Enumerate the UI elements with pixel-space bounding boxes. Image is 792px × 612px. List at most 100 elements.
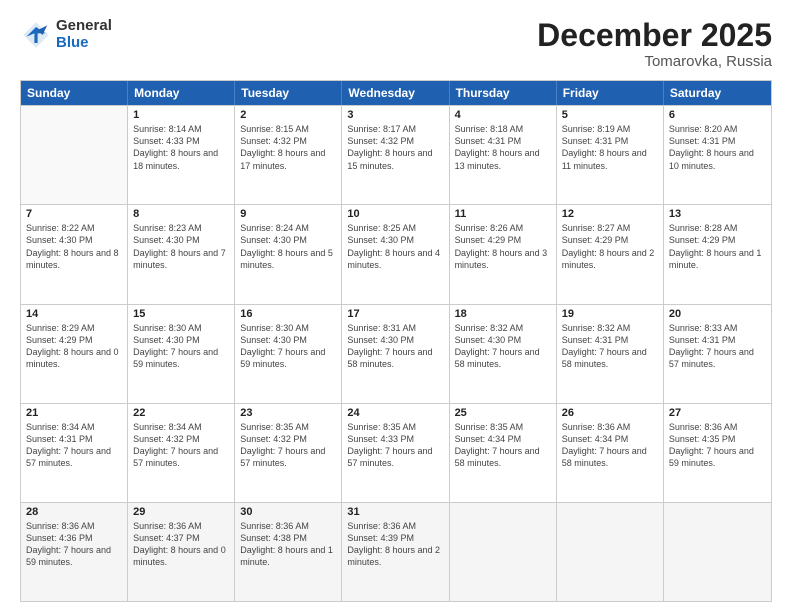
calendar-header-row: Sunday Monday Tuesday Wednesday Thursday… xyxy=(21,81,771,105)
logo-blue-text: Blue xyxy=(56,35,112,52)
day-number: 22 xyxy=(133,407,229,419)
day-info: Sunrise: 8:24 AM Sunset: 4:30 PM Dayligh… xyxy=(240,222,336,271)
calendar-cell-w1-d1 xyxy=(21,106,128,204)
day-info: Sunrise: 8:36 AM Sunset: 4:38 PM Dayligh… xyxy=(240,520,336,569)
day-number: 17 xyxy=(347,308,443,320)
calendar-week-4: 21 Sunrise: 8:34 AM Sunset: 4:31 PM Dayli… xyxy=(21,403,771,502)
day-info: Sunrise: 8:23 AM Sunset: 4:30 PM Dayligh… xyxy=(133,222,229,271)
header-sunday: Sunday xyxy=(21,81,128,105)
calendar-cell-w3-d7: 20Sunrise: 8:33 AM Sunset: 4:31 PM Dayli… xyxy=(664,305,771,403)
day-info: Sunrise: 8:28 AM Sunset: 4:29 PM Dayligh… xyxy=(669,222,766,271)
day-info: Sunrise: 8:35 AM Sunset: 4:34 PM Dayligh… xyxy=(455,421,551,470)
day-number: 13 xyxy=(669,208,766,220)
calendar-week-2: 7 Sunrise: 8:22 AM Sunset: 4:30 PM Daylig… xyxy=(21,204,771,303)
day-info: Sunrise: 8:34 AM Sunset: 4:32 PM Dayligh… xyxy=(133,421,229,470)
day-number: 14 xyxy=(26,308,122,320)
calendar-cell-w2-d3: 9Sunrise: 8:24 AM Sunset: 4:30 PM Daylig… xyxy=(235,205,342,303)
calendar-cell-w2-d4: 10 Sunrise: 8:25 AM Sunset: 4:30 PM Dayli… xyxy=(342,205,449,303)
day-number: 18 xyxy=(455,308,551,320)
calendar-cell-w3-d5: 18 Sunrise: 8:32 AM Sunset: 4:30 PM Dayli… xyxy=(450,305,557,403)
day-info: Sunrise: 8:36 AM Sunset: 4:36 PM Dayligh… xyxy=(26,520,122,569)
header-wednesday: Wednesday xyxy=(342,81,449,105)
calendar-cell-w5-d6 xyxy=(557,503,664,601)
day-number: 8 xyxy=(133,208,229,220)
day-number: 28 xyxy=(26,506,122,518)
day-number: 21 xyxy=(26,407,122,419)
month-title: December 2025 xyxy=(537,18,772,53)
calendar-cell-w5-d2: 29Sunrise: 8:36 AM Sunset: 4:37 PM Dayli… xyxy=(128,503,235,601)
page: General Blue December 2025 Tomarovka, Ru… xyxy=(0,0,792,612)
calendar-cell-w1-d4: 3 Sunrise: 8:17 AM Sunset: 4:32 PM Daylig… xyxy=(342,106,449,204)
day-info: Sunrise: 8:15 AM Sunset: 4:32 PM Dayligh… xyxy=(240,123,336,172)
calendar-cell-w2-d5: 11Sunrise: 8:26 AM Sunset: 4:29 PM Dayli… xyxy=(450,205,557,303)
day-number: 7 xyxy=(26,208,122,220)
day-info: Sunrise: 8:32 AM Sunset: 4:30 PM Dayligh… xyxy=(455,322,551,371)
day-number: 5 xyxy=(562,109,658,121)
day-info: Sunrise: 8:32 AM Sunset: 4:31 PM Dayligh… xyxy=(562,322,658,371)
day-number: 27 xyxy=(669,407,766,419)
calendar-cell-w4-d5: 25Sunrise: 8:35 AM Sunset: 4:34 PM Dayli… xyxy=(450,404,557,502)
day-info: Sunrise: 8:25 AM Sunset: 4:30 PM Dayligh… xyxy=(347,222,443,271)
location: Tomarovka, Russia xyxy=(537,53,772,70)
calendar-cell-w1-d7: 6 Sunrise: 8:20 AM Sunset: 4:31 PM Daylig… xyxy=(664,106,771,204)
calendar-cell-w2-d1: 7 Sunrise: 8:22 AM Sunset: 4:30 PM Daylig… xyxy=(21,205,128,303)
day-number: 19 xyxy=(562,308,658,320)
calendar-cell-w5-d1: 28 Sunrise: 8:36 AM Sunset: 4:36 PM Dayli… xyxy=(21,503,128,601)
calendar-week-5: 28 Sunrise: 8:36 AM Sunset: 4:36 PM Dayli… xyxy=(21,502,771,601)
day-info: Sunrise: 8:36 AM Sunset: 4:39 PM Dayligh… xyxy=(347,520,443,569)
calendar: Sunday Monday Tuesday Wednesday Thursday… xyxy=(20,80,772,602)
calendar-cell-w4-d6: 26 Sunrise: 8:36 AM Sunset: 4:34 PM Dayli… xyxy=(557,404,664,502)
calendar-cell-w5-d4: 31 Sunrise: 8:36 AM Sunset: 4:39 PM Dayli… xyxy=(342,503,449,601)
calendar-cell-w4-d1: 21 Sunrise: 8:34 AM Sunset: 4:31 PM Dayli… xyxy=(21,404,128,502)
day-number: 12 xyxy=(562,208,658,220)
calendar-cell-w1-d3: 2 Sunrise: 8:15 AM Sunset: 4:32 PM Daylig… xyxy=(235,106,342,204)
header-monday: Monday xyxy=(128,81,235,105)
day-info: Sunrise: 8:34 AM Sunset: 4:31 PM Dayligh… xyxy=(26,421,122,470)
calendar-cell-w4-d3: 23Sunrise: 8:35 AM Sunset: 4:32 PM Dayli… xyxy=(235,404,342,502)
header-saturday: Saturday xyxy=(664,81,771,105)
calendar-cell-w1-d6: 5 Sunrise: 8:19 AM Sunset: 4:31 PM Daylig… xyxy=(557,106,664,204)
day-info: Sunrise: 8:18 AM Sunset: 4:31 PM Dayligh… xyxy=(455,123,551,172)
day-number: 31 xyxy=(347,506,443,518)
logo-general-text: General xyxy=(56,18,112,35)
day-number: 11 xyxy=(455,208,551,220)
day-number: 1 xyxy=(133,109,229,121)
day-info: Sunrise: 8:36 AM Sunset: 4:34 PM Dayligh… xyxy=(562,421,658,470)
header: General Blue December 2025 Tomarovka, Ru… xyxy=(20,18,772,70)
day-number: 26 xyxy=(562,407,658,419)
day-info: Sunrise: 8:36 AM Sunset: 4:35 PM Dayligh… xyxy=(669,421,766,470)
day-info: Sunrise: 8:27 AM Sunset: 4:29 PM Dayligh… xyxy=(562,222,658,271)
day-info: Sunrise: 8:22 AM Sunset: 4:30 PM Dayligh… xyxy=(26,222,122,271)
logo: General Blue xyxy=(20,18,112,51)
calendar-cell-w3-d4: 17Sunrise: 8:31 AM Sunset: 4:30 PM Dayli… xyxy=(342,305,449,403)
calendar-cell-w1-d2: 1 Sunrise: 8:14 AM Sunset: 4:33 PM Daylig… xyxy=(128,106,235,204)
calendar-cell-w5-d5 xyxy=(450,503,557,601)
calendar-week-3: 14Sunrise: 8:29 AM Sunset: 4:29 PM Dayli… xyxy=(21,304,771,403)
calendar-cell-w4-d2: 22 Sunrise: 8:34 AM Sunset: 4:32 PM Dayli… xyxy=(128,404,235,502)
day-number: 15 xyxy=(133,308,229,320)
day-number: 24 xyxy=(347,407,443,419)
day-info: Sunrise: 8:19 AM Sunset: 4:31 PM Dayligh… xyxy=(562,123,658,172)
day-info: Sunrise: 8:17 AM Sunset: 4:32 PM Dayligh… xyxy=(347,123,443,172)
day-number: 23 xyxy=(240,407,336,419)
calendar-cell-w2-d6: 12 Sunrise: 8:27 AM Sunset: 4:29 PM Dayli… xyxy=(557,205,664,303)
calendar-cell-w3-d6: 19 Sunrise: 8:32 AM Sunset: 4:31 PM Dayli… xyxy=(557,305,664,403)
day-info: Sunrise: 8:30 AM Sunset: 4:30 PM Dayligh… xyxy=(240,322,336,371)
day-number: 10 xyxy=(347,208,443,220)
calendar-cell-w5-d3: 30Sunrise: 8:36 AM Sunset: 4:38 PM Dayli… xyxy=(235,503,342,601)
day-number: 20 xyxy=(669,308,766,320)
day-number: 6 xyxy=(669,109,766,121)
calendar-week-1: 1 Sunrise: 8:14 AM Sunset: 4:33 PM Daylig… xyxy=(21,105,771,204)
day-info: Sunrise: 8:14 AM Sunset: 4:33 PM Dayligh… xyxy=(133,123,229,172)
calendar-body: 1 Sunrise: 8:14 AM Sunset: 4:33 PM Daylig… xyxy=(21,105,771,601)
calendar-cell-w4-d4: 24Sunrise: 8:35 AM Sunset: 4:33 PM Dayli… xyxy=(342,404,449,502)
day-number: 2 xyxy=(240,109,336,121)
calendar-cell-w3-d3: 16Sunrise: 8:30 AM Sunset: 4:30 PM Dayli… xyxy=(235,305,342,403)
logo-icon xyxy=(20,19,52,51)
day-number: 3 xyxy=(347,109,443,121)
header-friday: Friday xyxy=(557,81,664,105)
day-info: Sunrise: 8:36 AM Sunset: 4:37 PM Dayligh… xyxy=(133,520,229,569)
day-info: Sunrise: 8:30 AM Sunset: 4:30 PM Dayligh… xyxy=(133,322,229,371)
logo-text: General Blue xyxy=(56,18,112,51)
day-info: Sunrise: 8:20 AM Sunset: 4:31 PM Dayligh… xyxy=(669,123,766,172)
